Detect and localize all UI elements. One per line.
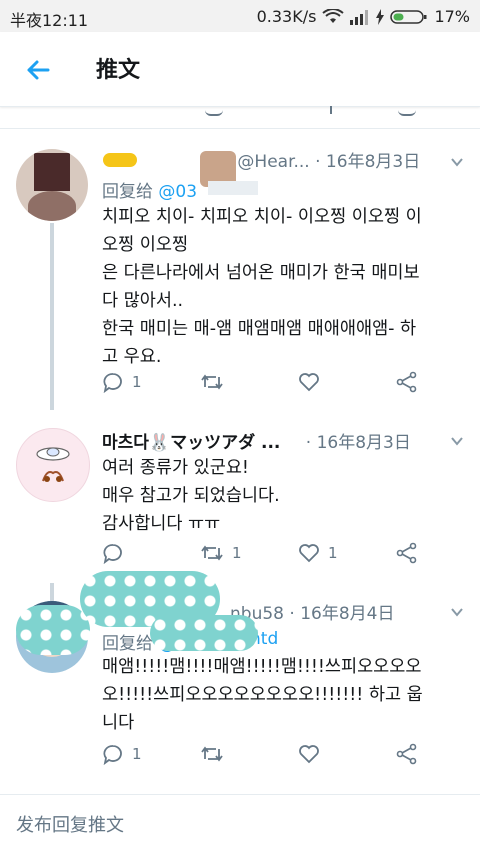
tweet[interactable]: nbu58 · 16年8月4日 回复给 @ ntd 매앰!!!!!맴!!!!매앰… (0, 571, 480, 795)
network-speed: 0.33K/s (256, 7, 317, 26)
retweet-button[interactable] (200, 371, 232, 393)
retweet-count: 1 (232, 544, 242, 562)
tweet-date[interactable]: · 16年8月3日 (306, 433, 411, 453)
retweet-button[interactable] (200, 743, 232, 765)
avatar[interactable] (16, 428, 90, 502)
avatar-illustration (36, 447, 70, 482)
share-button[interactable] (396, 542, 418, 564)
avatar[interactable] (16, 149, 88, 221)
reply-count: 1 (132, 745, 142, 763)
reply-count: 1 (132, 373, 142, 391)
compose-reply-placeholder[interactable]: 发布回复推文 (16, 811, 124, 837)
obscured-name (103, 153, 137, 167)
charging-icon (376, 8, 385, 25)
status-time: 半夜12:11 (10, 11, 89, 30)
previous-tweet-actions (0, 106, 480, 129)
reply-button[interactable]: 1 (102, 743, 142, 765)
wifi-icon (322, 8, 345, 23)
reply-icon (103, 745, 122, 765)
privacy-scribble (150, 615, 258, 651)
compose-reply-bar[interactable]: 发布回复推文 (0, 794, 480, 853)
privacy-scribble (16, 605, 90, 655)
thread-line (50, 223, 54, 410)
thread-line (50, 583, 54, 601)
page-title: 推文 (96, 58, 141, 83)
retweet-icon[interactable] (205, 106, 223, 116)
reply-to-line: 回复给 @03 (102, 182, 198, 202)
reply-button[interactable]: 1 (102, 371, 142, 393)
obscured-handle (208, 181, 258, 195)
reply-to-handle[interactable]: @03 (158, 182, 197, 202)
app-bar: 推文 (0, 32, 480, 107)
share-icon (396, 371, 417, 393)
tweet[interactable]: @Hear... · 16年8月3日 回复给 @03 치피오 치이- 치피오 치… (0, 129, 480, 411)
like-button[interactable] (298, 743, 328, 765)
like-icon (299, 373, 319, 392)
retweet-icon (201, 374, 223, 390)
share-icon[interactable] (398, 106, 416, 116)
share-icon (396, 542, 417, 564)
tweet-text: 여러 종류가 있군요! 매우 참고가 되었습니다. 감사합니다 ㅠㅠ (102, 458, 280, 534)
signal-icon (350, 9, 369, 25)
tweet-text: 매앰!!!!!맴!!!!매앰!!!!!맴!!!!쓰피오오오오 오!!!!!쓰피오… (102, 657, 423, 733)
like-button[interactable]: 1 (298, 542, 338, 564)
battery-percent: 17% (434, 7, 470, 26)
tweet-actions: 1 (102, 371, 432, 399)
like-icon[interactable] (330, 106, 336, 114)
share-button[interactable] (396, 371, 418, 393)
battery-icon (390, 9, 427, 24)
tweet-date[interactable]: · 16年8月3日 (315, 152, 420, 172)
tweet-actions: 1 1 (102, 542, 432, 570)
retweet-icon (201, 545, 223, 561)
chevron-down-icon[interactable] (450, 155, 464, 169)
user-name[interactable]: 마츠다🐰マッツアダ ... (102, 433, 280, 453)
like-count: 1 (328, 544, 338, 562)
reply-icon (103, 544, 122, 564)
tweet-date[interactable]: 16年8月4日 (300, 604, 394, 624)
status-bar: 半夜12:11 0.33K/s 17% (0, 0, 480, 32)
retweet-icon (201, 746, 223, 762)
like-icon (299, 544, 319, 563)
like-button[interactable] (298, 371, 328, 393)
tweet[interactable]: 마츠다🐰マッツアダ ... · 16年8月3日 여러 종류가 있군요! 매우 참… (0, 410, 480, 584)
reply-icon (103, 373, 122, 393)
tweet-text: 치피오 치이- 치피오 치이- 이오찡 이오찡 이 오찡 이오찡 은 다른나라에… (102, 207, 422, 367)
share-icon (396, 743, 417, 765)
retweet-button[interactable]: 1 (200, 542, 242, 564)
tweet-actions: 1 (102, 743, 432, 771)
share-button[interactable] (396, 743, 418, 765)
like-icon (299, 745, 319, 764)
chevron-down-icon[interactable] (450, 605, 464, 619)
chevron-down-icon[interactable] (450, 434, 464, 448)
user-handle[interactable]: @Hear... (237, 152, 309, 172)
back-arrow-icon[interactable] (22, 54, 54, 86)
reply-button[interactable] (102, 542, 132, 564)
